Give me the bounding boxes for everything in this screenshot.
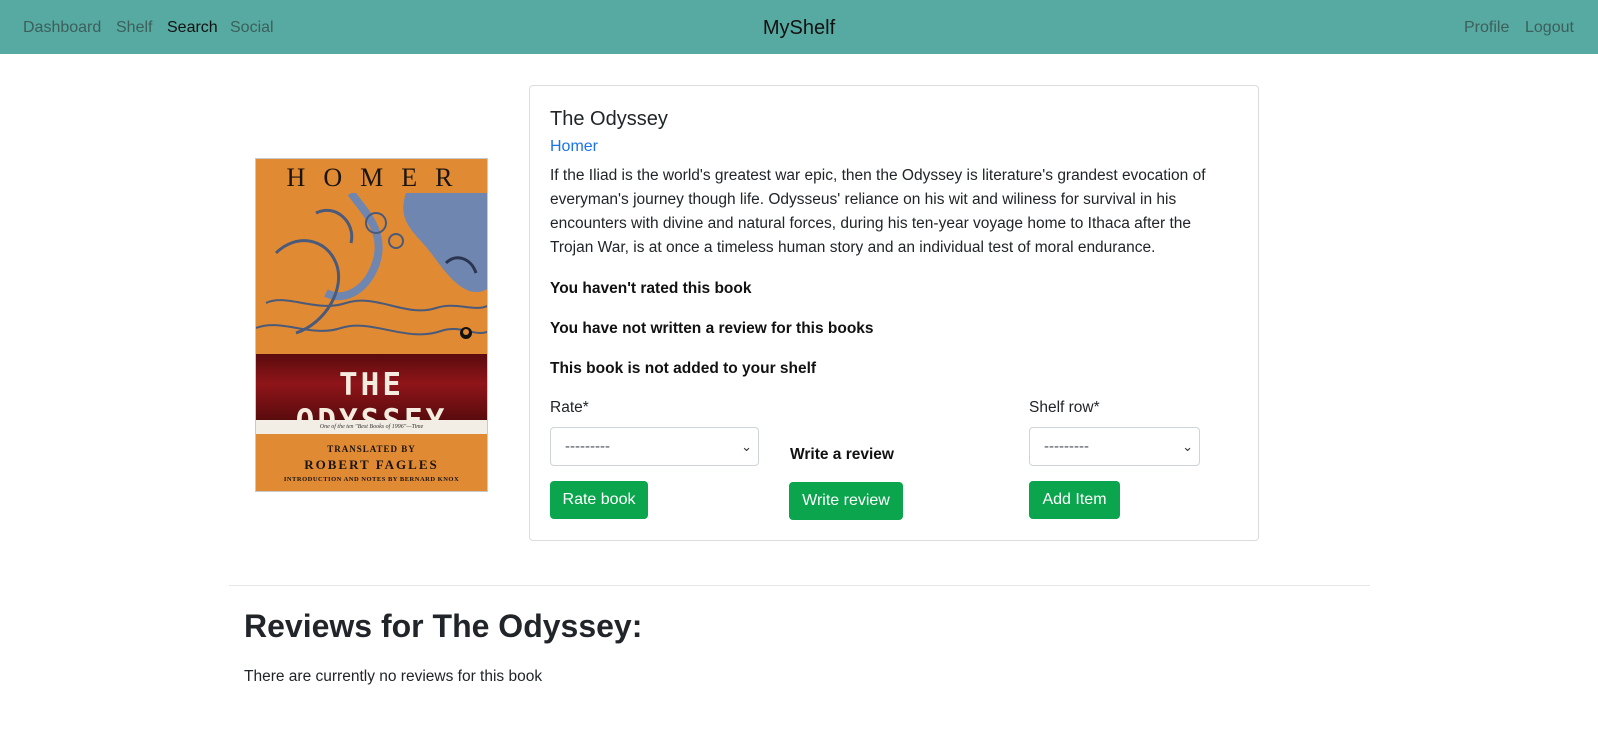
brand-title[interactable]: MyShelf [0, 16, 1598, 40]
cover-translated-by: TRANSLATED BY [327, 444, 416, 454]
book-cover-image: HOMER THE ODYSSEY One of the ten "Best B… [255, 158, 488, 492]
shelf-status: This book is not added to your shelf [550, 360, 817, 377]
top-navbar: Dashboard Shelf Search Social MyShelf Pr… [0, 0, 1598, 54]
rate-book-button[interactable]: Rate book [550, 481, 648, 519]
cover-author-text: HOMER [286, 163, 471, 192]
rating-status: You haven't rated this book [550, 280, 752, 297]
rate-select[interactable]: --------- ⌄ [550, 427, 759, 466]
chevron-down-icon: ⌄ [741, 439, 752, 454]
book-title: The Odyssey [550, 108, 668, 130]
nav-link-profile[interactable]: Profile [1464, 18, 1509, 38]
cover-intro: INTRODUCTION AND NOTES BY BERNARD KNOX [283, 476, 460, 483]
rate-select-value: --------- [565, 438, 610, 455]
book-details-card [529, 85, 1259, 541]
shelf-row-select[interactable]: --------- ⌄ [1029, 427, 1200, 466]
nav-link-logout[interactable]: Logout [1525, 18, 1574, 38]
add-item-button[interactable]: Add Item [1029, 481, 1120, 519]
reviews-heading: Reviews for The Odyssey: [244, 608, 643, 644]
cover-quote: One of the ten "Best Books of 1996"—Time [256, 420, 487, 434]
shelf-row-label: Shelf row* [1029, 399, 1100, 416]
review-status: You have not written a review for this b… [550, 320, 874, 337]
rate-label: Rate* [550, 399, 589, 416]
cover-translator: ROBERT FAGLES [304, 457, 439, 472]
author-link[interactable]: Homer [550, 137, 598, 157]
write-review-label: Write a review [790, 446, 894, 463]
cover-artwork [256, 193, 487, 353]
shelf-row-select-value: --------- [1044, 438, 1089, 455]
section-divider [229, 585, 1370, 586]
no-reviews-message: There are currently no reviews for this … [244, 668, 543, 685]
chevron-down-icon: ⌄ [1182, 439, 1193, 454]
book-description: If the Iliad is the world's greatest war… [550, 167, 1206, 256]
write-review-button[interactable]: Write review [789, 482, 903, 520]
